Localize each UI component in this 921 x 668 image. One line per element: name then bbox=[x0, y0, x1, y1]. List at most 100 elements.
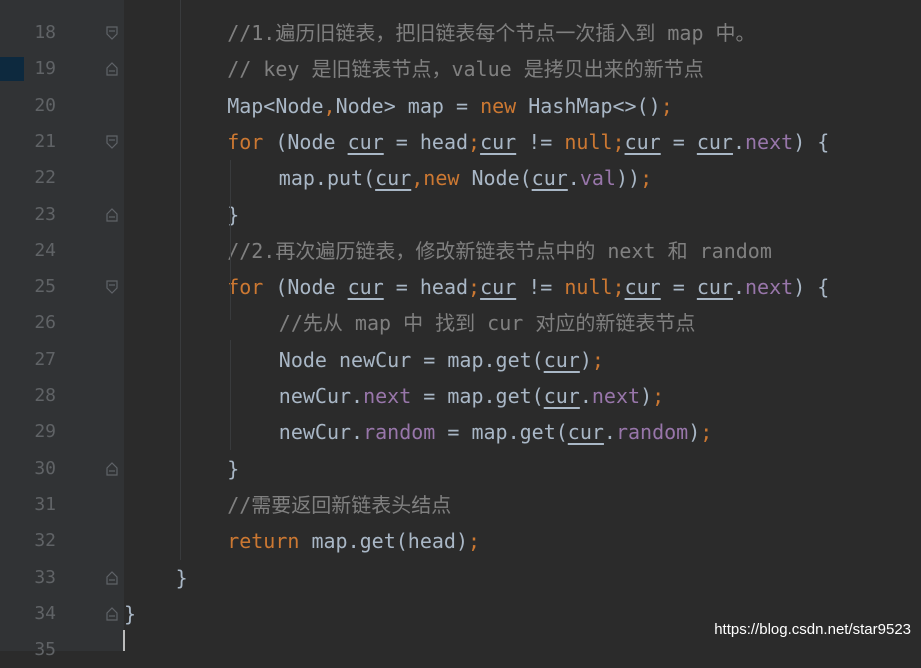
code-token-var: cur bbox=[531, 166, 568, 191]
indent-guide bbox=[230, 160, 231, 320]
code-line[interactable]: //先从 map 中 找到 cur 对应的新链表节点 bbox=[124, 305, 696, 341]
code-token-plain: } bbox=[175, 565, 188, 590]
code-token-var: cur bbox=[624, 275, 661, 300]
code-token-plain: ) bbox=[640, 384, 653, 408]
code-line[interactable]: map.put(cur,new Node(cur.val)); bbox=[124, 160, 652, 196]
code-line[interactable]: Map<Node,Node> map = new HashMap<>(); bbox=[124, 88, 673, 124]
code-token-punct: ; bbox=[700, 420, 713, 445]
code-token-plain: ) bbox=[688, 420, 701, 445]
code-token-plain: . bbox=[603, 420, 616, 445]
code-token-plain: = head bbox=[383, 129, 469, 154]
code-token-plain: = bbox=[660, 129, 697, 154]
fold-end-icon[interactable] bbox=[106, 207, 118, 222]
code-token-keyword: for bbox=[227, 129, 264, 154]
code-line[interactable]: Node newCur = map.get(cur); bbox=[124, 342, 604, 378]
code-token-plain: ) { bbox=[793, 275, 830, 300]
code-token-keyword: for bbox=[227, 275, 264, 300]
code-line[interactable]: for (Node cur = head;cur != null;cur = c… bbox=[124, 124, 829, 160]
line-number: 20 bbox=[34, 94, 56, 116]
line-number: 32 bbox=[34, 530, 56, 552]
code-token-plain: (Node bbox=[263, 129, 348, 154]
code-line[interactable]: } bbox=[124, 596, 136, 632]
code-token-keyword: null bbox=[564, 129, 613, 154]
code-line[interactable]: } bbox=[124, 197, 239, 233]
line-number: 33 bbox=[34, 566, 56, 588]
code-token-punct: ; bbox=[640, 166, 653, 191]
code-token-plain: } bbox=[227, 202, 240, 227]
code-token-field: random bbox=[615, 420, 689, 445]
line-number: 24 bbox=[34, 239, 56, 261]
code-token-plain: != bbox=[516, 275, 565, 300]
code-token-var: cur bbox=[480, 275, 517, 300]
code-token-punct: ; bbox=[612, 129, 625, 154]
code-token-field: val bbox=[579, 166, 616, 191]
code-token-comment: //2.再次遍历链表，修改新链表节点中的 next 和 random bbox=[227, 238, 772, 263]
code-line[interactable]: newCur.next = map.get(cur.next); bbox=[124, 378, 664, 414]
line-number: 29 bbox=[34, 421, 56, 443]
code-token-plain: map.put( bbox=[278, 166, 376, 191]
code-token-punct: ; bbox=[612, 275, 625, 300]
code-line[interactable]: //2.再次遍历链表，修改新链表节点中的 next 和 random bbox=[124, 233, 772, 269]
fold-open-icon[interactable] bbox=[106, 26, 118, 40]
code-token-keyword: new bbox=[423, 166, 460, 191]
code-token-plain: ) bbox=[579, 347, 592, 372]
line-number: 35 bbox=[34, 639, 56, 661]
fold-end-icon[interactable] bbox=[106, 606, 118, 621]
fold-end-icon[interactable] bbox=[106, 570, 118, 585]
code-token-punct: ; bbox=[468, 275, 481, 300]
line-number: 23 bbox=[34, 203, 56, 225]
line-number: 18 bbox=[34, 22, 56, 43]
code-token-plain: Node> map = bbox=[335, 93, 481, 118]
line-number: 28 bbox=[34, 385, 56, 406]
code-token-var: cur bbox=[375, 166, 412, 191]
code-token-plain: . bbox=[732, 275, 746, 300]
code-line[interactable]: } bbox=[124, 560, 188, 596]
code-token-plain: } bbox=[124, 601, 137, 626]
code-token-comment: // key 是旧链表节点，value 是拷贝出来的新节点 bbox=[227, 57, 704, 82]
code-token-var: cur bbox=[624, 129, 661, 154]
code-token-keyword: new bbox=[480, 93, 517, 118]
code-token-punct: ; bbox=[468, 129, 481, 154]
code-token-plain: Node( bbox=[459, 166, 532, 191]
code-token-var: cur bbox=[567, 420, 604, 445]
code-line[interactable]: // key 是旧链表节点，value 是拷贝出来的新节点 bbox=[124, 51, 704, 87]
code-token-plain: ) { bbox=[793, 129, 830, 154]
current-line-marker bbox=[0, 57, 24, 81]
code-token-var: cur bbox=[696, 275, 733, 300]
code-token-var: cur bbox=[347, 275, 384, 300]
code-token-var: cur bbox=[543, 347, 580, 372]
code-token-punct: ; bbox=[660, 93, 673, 118]
line-number: 21 bbox=[34, 130, 56, 152]
code-line[interactable]: } bbox=[124, 451, 239, 487]
code-token-field: next bbox=[745, 275, 794, 300]
code-line[interactable]: //需要返回新链表头结点 bbox=[124, 487, 451, 523]
fold-open-icon[interactable] bbox=[106, 280, 118, 294]
code-token-field: next bbox=[363, 384, 412, 408]
fold-end-icon[interactable] bbox=[106, 62, 118, 76]
line-number: 19 bbox=[34, 58, 56, 80]
line-number: 22 bbox=[34, 167, 56, 189]
fold-open-icon[interactable] bbox=[106, 135, 118, 149]
code-token-plain: )) bbox=[615, 166, 641, 191]
code-token-plain: != bbox=[516, 129, 565, 154]
code-token-var: cur bbox=[480, 129, 517, 154]
fold-end-icon[interactable] bbox=[106, 461, 118, 476]
code-token-punct: ; bbox=[591, 347, 604, 372]
code-token-plain: . bbox=[579, 384, 592, 408]
code-token-var: cur bbox=[696, 129, 733, 154]
code-token-comment: //1.遍历旧链表，把旧链表每个节点一次插入到 map 中。 bbox=[227, 21, 756, 45]
watermark: https://blog.csdn.net/star9523 bbox=[714, 621, 911, 638]
code-token-plain: HashMap<>() bbox=[516, 93, 661, 118]
code-token-punct: ; bbox=[652, 384, 665, 408]
code-token-plain: . bbox=[732, 129, 746, 154]
code-token-comment: //需要返回新链表头结点 bbox=[227, 492, 452, 517]
code-token-field: next bbox=[745, 129, 794, 154]
code-token-plain: = head bbox=[383, 275, 469, 300]
line-number: 27 bbox=[34, 348, 56, 370]
code-line[interactable]: //1.遍历旧链表，把旧链表每个节点一次插入到 map 中。 bbox=[124, 15, 756, 51]
code-line[interactable]: newCur.random = map.get(cur.random); bbox=[124, 414, 713, 450]
code-line[interactable]: return map.get(head); bbox=[124, 523, 480, 559]
line-number: 25 bbox=[34, 276, 56, 298]
code-token-var: cur bbox=[543, 384, 580, 408]
code-token-field: random bbox=[363, 420, 436, 445]
